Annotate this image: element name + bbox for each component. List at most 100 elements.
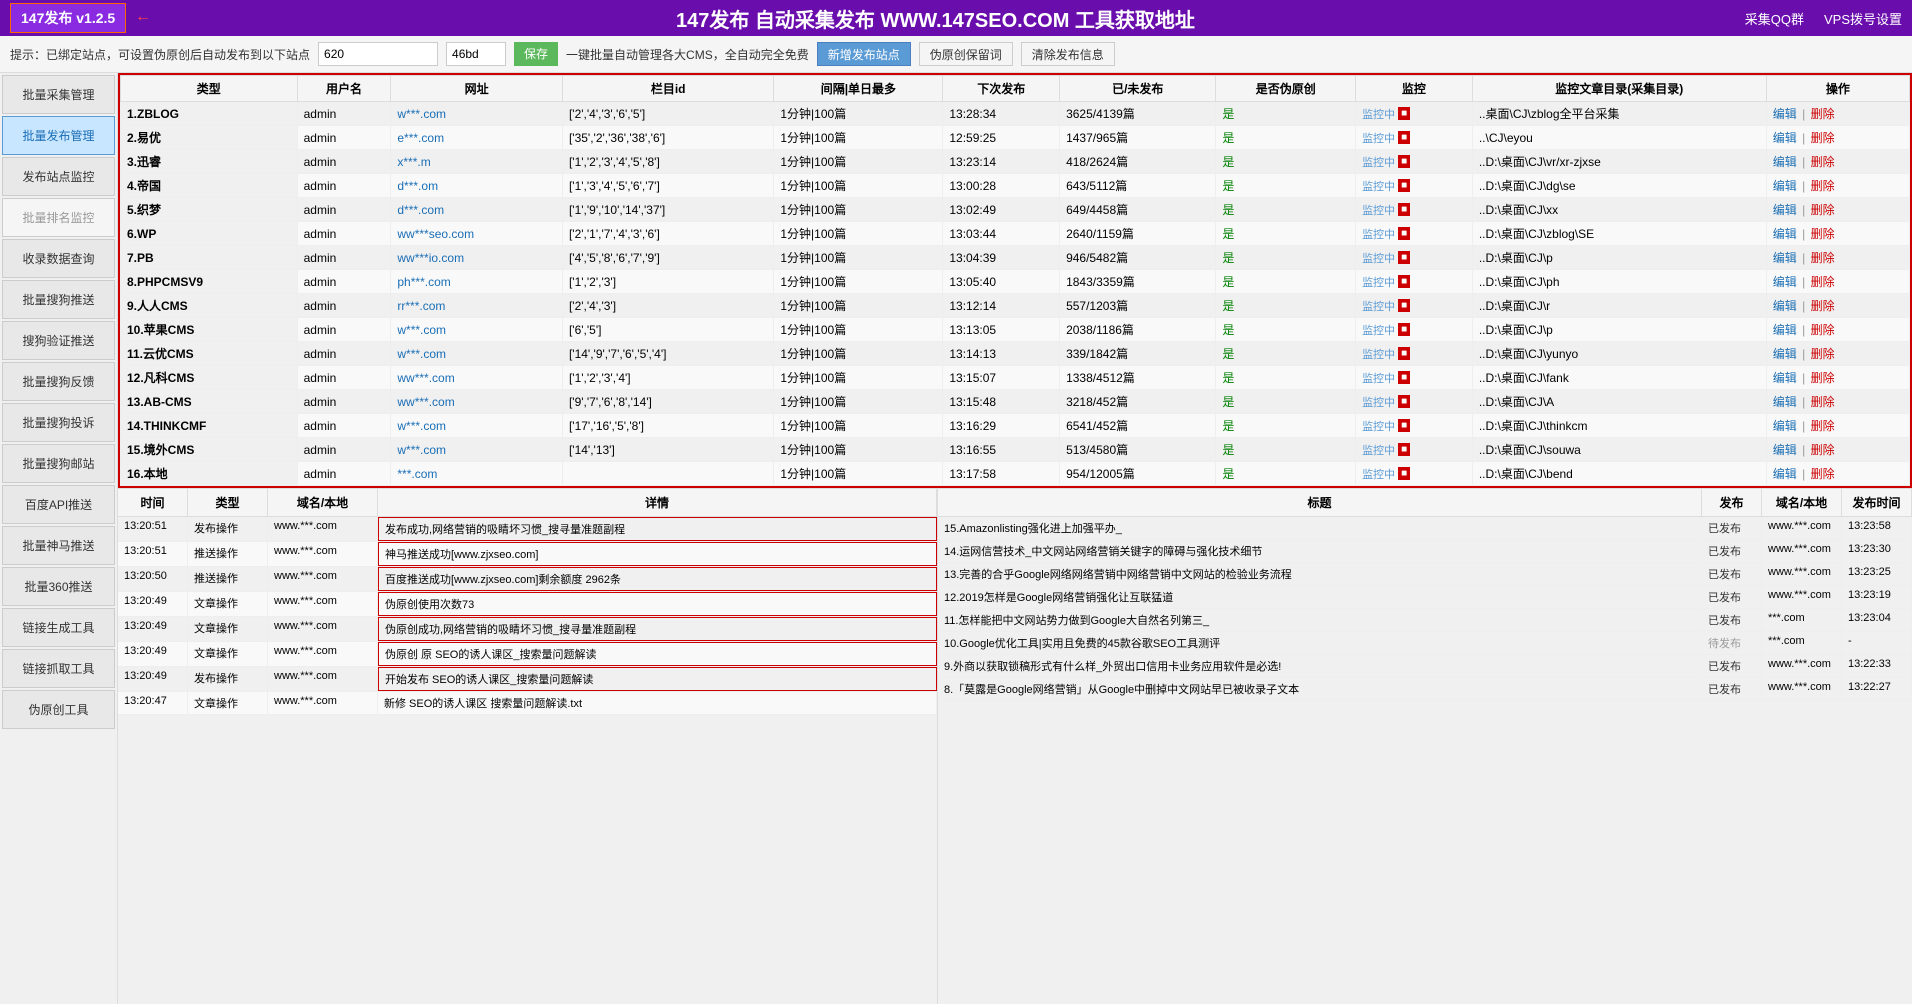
cell-url[interactable]: w***.com bbox=[391, 102, 563, 126]
monitor-stop-btn[interactable]: ■ bbox=[1398, 443, 1410, 456]
delete-link[interactable]: 删除 bbox=[1811, 323, 1835, 337]
delete-link[interactable]: 删除 bbox=[1811, 275, 1835, 289]
monitor-link[interactable]: 监控中 bbox=[1362, 418, 1395, 434]
delete-link[interactable]: 删除 bbox=[1811, 371, 1835, 385]
sidebar-item-link-gen[interactable]: 链接生成工具 bbox=[2, 608, 115, 647]
delete-link[interactable]: 删除 bbox=[1811, 347, 1835, 361]
sidebar-item-360[interactable]: 批量360推送 bbox=[2, 567, 115, 606]
monitor-stop-btn[interactable]: ■ bbox=[1398, 347, 1410, 360]
monitor-link[interactable]: 监控中 bbox=[1362, 442, 1395, 458]
edit-link[interactable]: 编辑 bbox=[1773, 467, 1797, 481]
log-body[interactable]: 13:20:51 发布操作 www.***.com 发布成功,网络营销的吸睛坏习… bbox=[118, 517, 937, 1004]
cell-url[interactable]: ***.com bbox=[391, 462, 563, 486]
cell-url[interactable]: ww***io.com bbox=[391, 246, 563, 270]
sidebar-item-collect-query[interactable]: 收录数据查询 bbox=[2, 239, 115, 278]
edit-link[interactable]: 编辑 bbox=[1773, 347, 1797, 361]
delete-link[interactable]: 删除 bbox=[1811, 155, 1835, 169]
monitor-stop-btn[interactable]: ■ bbox=[1398, 323, 1410, 336]
edit-link[interactable]: 编辑 bbox=[1773, 419, 1797, 433]
monitor-link[interactable]: 监控中 bbox=[1362, 178, 1395, 194]
monitor-link[interactable]: 监控中 bbox=[1362, 130, 1395, 146]
sidebar-item-sogou-mail[interactable]: 批量搜狗邮站 bbox=[2, 444, 115, 483]
monitor-stop-btn[interactable]: ■ bbox=[1398, 227, 1410, 240]
pseudo-save-button[interactable]: 伪原创保留词 bbox=[919, 42, 1013, 66]
edit-link[interactable]: 编辑 bbox=[1773, 107, 1797, 121]
monitor-stop-btn[interactable]: ■ bbox=[1398, 467, 1410, 480]
monitor-link[interactable]: 监控中 bbox=[1362, 466, 1395, 482]
monitor-stop-btn[interactable]: ■ bbox=[1398, 371, 1410, 384]
nav-qq-link[interactable]: 采集QQ群 bbox=[1745, 9, 1804, 28]
edit-link[interactable]: 编辑 bbox=[1773, 443, 1797, 457]
edit-link[interactable]: 编辑 bbox=[1773, 275, 1797, 289]
edit-link[interactable]: 编辑 bbox=[1773, 203, 1797, 217]
monitor-stop-btn[interactable]: ■ bbox=[1398, 203, 1410, 216]
edit-link[interactable]: 编辑 bbox=[1773, 299, 1797, 313]
monitor-stop-btn[interactable]: ■ bbox=[1398, 275, 1410, 288]
sidebar-item-shenma[interactable]: 批量神马推送 bbox=[2, 526, 115, 565]
edit-link[interactable]: 编辑 bbox=[1773, 227, 1797, 241]
monitor-stop-btn[interactable]: ■ bbox=[1398, 299, 1410, 312]
sidebar-item-sogou-feedback[interactable]: 批量搜狗反馈 bbox=[2, 362, 115, 401]
sidebar-item-collect[interactable]: 批量采集管理 bbox=[2, 75, 115, 114]
edit-link[interactable]: 编辑 bbox=[1773, 395, 1797, 409]
sidebar-item-sogou-push[interactable]: 批量搜狗推送 bbox=[2, 280, 115, 319]
nav-vps-link[interactable]: VPS拨号设置 bbox=[1824, 9, 1902, 28]
cell-url[interactable]: ww***.com bbox=[391, 390, 563, 414]
cell-url[interactable]: d***.com bbox=[391, 198, 563, 222]
monitor-link[interactable]: 监控中 bbox=[1362, 322, 1395, 338]
sidebar-item-sogou-verify[interactable]: 搜狗验证推送 bbox=[2, 321, 115, 360]
num-input[interactable] bbox=[446, 42, 506, 66]
sidebar-item-publish[interactable]: 批量发布管理 bbox=[2, 116, 115, 155]
cell-url[interactable]: d***.om bbox=[391, 174, 563, 198]
monitor-link[interactable]: 监控中 bbox=[1362, 202, 1395, 218]
sidebar-item-sogou-complaint[interactable]: 批量搜狗投诉 bbox=[2, 403, 115, 442]
sidebar-item-monitor[interactable]: 发布站点监控 bbox=[2, 157, 115, 196]
delete-link[interactable]: 删除 bbox=[1811, 395, 1835, 409]
sidebar-item-rank[interactable]: 批量排名监控 bbox=[2, 198, 115, 237]
edit-link[interactable]: 编辑 bbox=[1773, 323, 1797, 337]
delete-link[interactable]: 删除 bbox=[1811, 467, 1835, 481]
edit-link[interactable]: 编辑 bbox=[1773, 371, 1797, 385]
monitor-link[interactable]: 监控中 bbox=[1362, 274, 1395, 290]
edit-link[interactable]: 编辑 bbox=[1773, 179, 1797, 193]
token-input[interactable] bbox=[318, 42, 438, 66]
monitor-stop-btn[interactable]: ■ bbox=[1398, 395, 1410, 408]
delete-link[interactable]: 删除 bbox=[1811, 299, 1835, 313]
monitor-link[interactable]: 监控中 bbox=[1362, 298, 1395, 314]
monitor-link[interactable]: 监控中 bbox=[1362, 250, 1395, 266]
monitor-link[interactable]: 监控中 bbox=[1362, 394, 1395, 410]
edit-link[interactable]: 编辑 bbox=[1773, 251, 1797, 265]
monitor-link[interactable]: 监控中 bbox=[1362, 154, 1395, 170]
sidebar-item-baidu-api[interactable]: 百度API推送 bbox=[2, 485, 115, 524]
monitor-stop-btn[interactable]: ■ bbox=[1398, 155, 1410, 168]
cell-url[interactable]: w***.com bbox=[391, 414, 563, 438]
monitor-stop-btn[interactable]: ■ bbox=[1398, 419, 1410, 432]
monitor-stop-btn[interactable]: ■ bbox=[1398, 107, 1410, 120]
cell-url[interactable]: rr***.com bbox=[391, 294, 563, 318]
delete-link[interactable]: 删除 bbox=[1811, 131, 1835, 145]
sidebar-item-link-fetch[interactable]: 链接抓取工具 bbox=[2, 649, 115, 688]
cell-url[interactable]: w***.com bbox=[391, 318, 563, 342]
cell-url[interactable]: w***.com bbox=[391, 342, 563, 366]
delete-link[interactable]: 删除 bbox=[1811, 419, 1835, 433]
edit-link[interactable]: 编辑 bbox=[1773, 131, 1797, 145]
monitor-link[interactable]: 监控中 bbox=[1362, 346, 1395, 362]
cell-url[interactable]: ph***.com bbox=[391, 270, 563, 294]
delete-link[interactable]: 删除 bbox=[1811, 251, 1835, 265]
cell-url[interactable]: ww***seo.com bbox=[391, 222, 563, 246]
monitor-stop-btn[interactable]: ■ bbox=[1398, 251, 1410, 264]
publish-body[interactable]: 15.Amazonlisting强化进上加强平办_ 已发布 www.***.co… bbox=[938, 517, 1912, 1004]
cell-url[interactable]: ww***.com bbox=[391, 366, 563, 390]
save-button[interactable]: 保存 bbox=[514, 42, 558, 66]
delete-link[interactable]: 删除 bbox=[1811, 443, 1835, 457]
new-site-button[interactable]: 新增发布站点 bbox=[817, 42, 911, 66]
delete-link[interactable]: 删除 bbox=[1811, 107, 1835, 121]
monitor-link[interactable]: 监控中 bbox=[1362, 106, 1395, 122]
delete-link[interactable]: 删除 bbox=[1811, 179, 1835, 193]
sidebar-item-pseudo[interactable]: 伪原创工具 bbox=[2, 690, 115, 729]
edit-link[interactable]: 编辑 bbox=[1773, 155, 1797, 169]
clear-button[interactable]: 清除发布信息 bbox=[1021, 42, 1115, 66]
monitor-stop-btn[interactable]: ■ bbox=[1398, 179, 1410, 192]
cell-url[interactable]: e***.com bbox=[391, 126, 563, 150]
cell-url[interactable]: w***.com bbox=[391, 438, 563, 462]
